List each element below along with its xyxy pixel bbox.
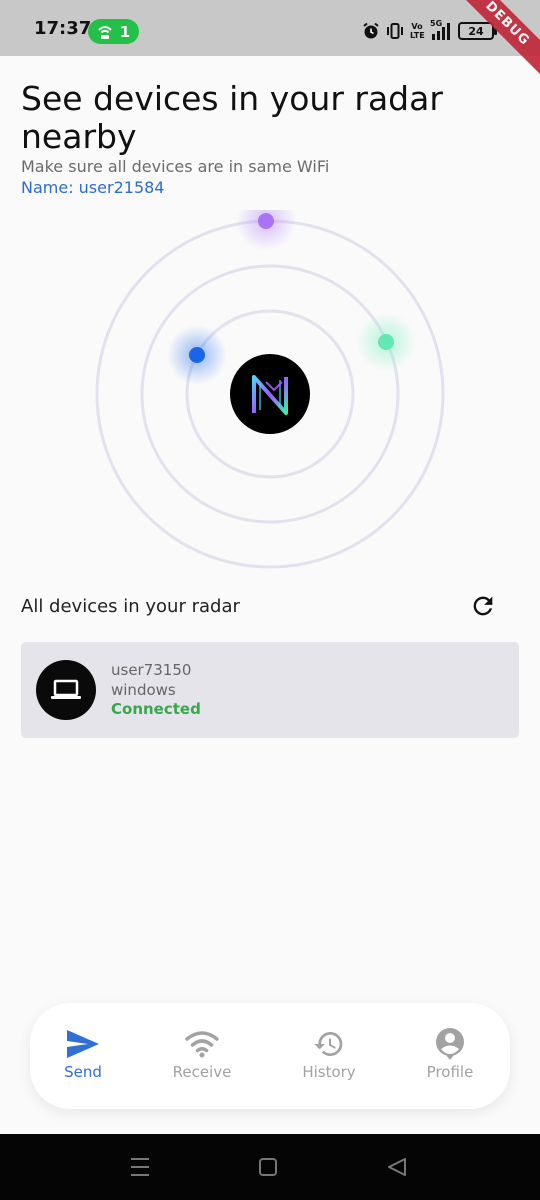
hotspot-count: 1 bbox=[119, 22, 131, 41]
radar-dot-purple[interactable] bbox=[258, 213, 274, 229]
device-avatar bbox=[36, 660, 96, 720]
radar-dot-green[interactable] bbox=[378, 334, 394, 350]
radar-view bbox=[95, 210, 445, 569]
nav-profile-label: Profile bbox=[426, 1063, 474, 1081]
page-title: See devices in your radar nearby bbox=[21, 79, 443, 156]
wifi-icon bbox=[185, 1031, 219, 1058]
nav-history-label: History bbox=[302, 1063, 356, 1081]
send-icon bbox=[67, 1030, 99, 1058]
status-icons: Vo LTE 5G 24 bbox=[362, 19, 497, 42]
system-navigation-bar bbox=[0, 1134, 540, 1200]
menu-icon[interactable] bbox=[130, 1156, 150, 1178]
history-icon bbox=[314, 1032, 343, 1056]
refresh-icon bbox=[473, 596, 493, 616]
alarm-icon bbox=[363, 22, 379, 39]
status-bar: 17:37 1 Vo LTE 5G 24 DEBUG bbox=[0, 0, 540, 86]
bottom-navigation: Send Receive History Profile bbox=[30, 1003, 510, 1109]
home-icon[interactable] bbox=[258, 1156, 278, 1178]
nav-history[interactable]: History bbox=[279, 1027, 379, 1081]
nav-send[interactable]: Send bbox=[33, 1027, 133, 1081]
vibrate-icon bbox=[387, 23, 403, 39]
laptop-icon bbox=[51, 679, 81, 699]
back-icon[interactable] bbox=[386, 1156, 408, 1178]
nav-profile[interactable]: Profile bbox=[400, 1027, 500, 1081]
battery-level: 24 bbox=[468, 24, 484, 38]
refresh-button[interactable] bbox=[467, 590, 499, 622]
debug-banner: DEBUG bbox=[445, 0, 540, 86]
status-time: 17:37 bbox=[34, 18, 92, 39]
volte-indicator: Vo LTE bbox=[410, 22, 425, 40]
nav-receive-label: Receive bbox=[172, 1063, 232, 1081]
signal-icon bbox=[432, 23, 450, 40]
devices-section-title: All devices in your radar bbox=[21, 596, 240, 617]
app-logo bbox=[230, 354, 310, 434]
page-subtitle: Make sure all devices are in same WiFi bbox=[21, 157, 330, 176]
user-name-label: Name: user21584 bbox=[21, 178, 165, 197]
signal-indicator: 5G bbox=[430, 19, 452, 41]
device-connection-status: Connected bbox=[111, 700, 201, 718]
device-os: windows bbox=[111, 681, 176, 699]
device-card[interactable]: user73150 windows Connected bbox=[21, 642, 519, 738]
battery-icon: 24 bbox=[458, 22, 497, 40]
hotspot-icon bbox=[98, 25, 112, 39]
nav-receive[interactable]: Receive bbox=[152, 1027, 252, 1081]
profile-icon bbox=[436, 1028, 464, 1060]
hotspot-indicator: 1 bbox=[88, 19, 139, 44]
radar-dot-blue[interactable] bbox=[189, 347, 205, 363]
nav-send-label: Send bbox=[64, 1063, 102, 1081]
device-name: user73150 bbox=[111, 661, 192, 679]
